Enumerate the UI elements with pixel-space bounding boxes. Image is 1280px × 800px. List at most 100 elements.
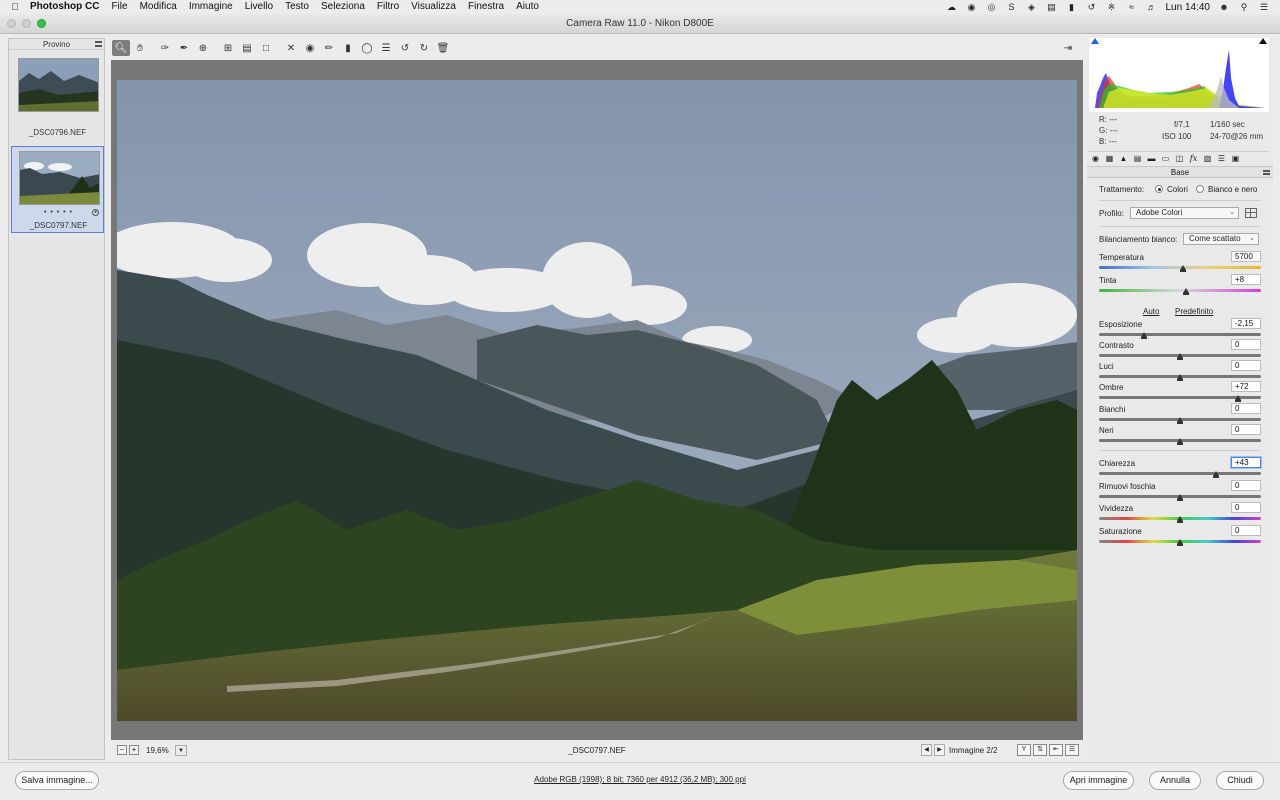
- time-machine-icon[interactable]: ↺: [1086, 2, 1098, 12]
- dehaze-value[interactable]: 0: [1231, 480, 1261, 491]
- news-icon[interactable]: ▤: [1046, 2, 1058, 12]
- shadows-slider-thumb[interactable]: [1235, 395, 1242, 402]
- previous-image-icon[interactable]: ◀: [921, 744, 932, 756]
- graduated-filter-icon[interactable]: ▮: [339, 40, 357, 56]
- temperature-slider-thumb[interactable]: [1180, 265, 1187, 272]
- highlights-value[interactable]: 0: [1231, 360, 1261, 371]
- profile-browser-grid-icon[interactable]: [1245, 208, 1257, 218]
- hand-tool-icon[interactable]: ✋︎: [131, 40, 149, 56]
- spotlight-icon[interactable]: ⚲: [1238, 2, 1250, 12]
- vibrance-slider-thumb[interactable]: [1177, 516, 1183, 523]
- tab-calibration-icon[interactable]: ▧: [1201, 153, 1214, 165]
- creative-cloud-icon[interactable]: ☁: [946, 2, 958, 12]
- menu-edit[interactable]: Modifica: [134, 0, 183, 14]
- whites-value[interactable]: 0: [1231, 403, 1261, 414]
- crop-tool-icon[interactable]: ⊞: [219, 40, 237, 56]
- open-image-button[interactable]: Apri immagine: [1063, 771, 1134, 790]
- targeted-adjustment-tool-icon[interactable]: ⊕: [194, 40, 212, 56]
- menu-file[interactable]: File: [105, 0, 133, 14]
- dashlane-icon[interactable]: ◈: [1026, 2, 1038, 12]
- tab-detail-icon[interactable]: ▲: [1117, 153, 1130, 165]
- menu-type[interactable]: Testo: [279, 0, 315, 14]
- clarity-value[interactable]: +43: [1231, 457, 1261, 468]
- menu-layer[interactable]: Livello: [239, 0, 279, 14]
- tab-tone-curve-icon[interactable]: ▦: [1103, 153, 1116, 165]
- next-image-icon[interactable]: ▶: [934, 744, 945, 756]
- tab-basic-icon[interactable]: ◉: [1089, 153, 1102, 165]
- adjustment-brush-icon[interactable]: ✏︎: [320, 40, 338, 56]
- treatment-color-label[interactable]: Colori: [1167, 185, 1188, 194]
- menu-filter[interactable]: Filtro: [371, 0, 405, 14]
- color-sampler-tool-icon[interactable]: ✒: [175, 40, 193, 56]
- clarity-slider[interactable]: [1099, 472, 1261, 475]
- blacks-slider-thumb[interactable]: [1177, 438, 1183, 445]
- tab-hsl-icon[interactable]: ▤: [1131, 153, 1144, 165]
- fullscreen-toggle-icon[interactable]: ⇥: [1059, 40, 1077, 56]
- exposure-slider-thumb[interactable]: [1141, 332, 1148, 339]
- battery-icon[interactable]: ▮: [1066, 2, 1078, 12]
- menu-image[interactable]: Immagine: [183, 0, 239, 14]
- tab-presets-icon[interactable]: ☰: [1215, 153, 1228, 165]
- tint-value[interactable]: +8: [1231, 274, 1261, 285]
- copy-settings-icon[interactable]: ⇤: [1049, 744, 1063, 756]
- red-eye-tool-icon[interactable]: ◉: [301, 40, 319, 56]
- menu-window[interactable]: Finestra: [462, 0, 510, 14]
- default-link[interactable]: Predefinito: [1175, 307, 1213, 316]
- menu-select[interactable]: Seleziona: [315, 0, 371, 14]
- auto-link[interactable]: Auto: [1143, 307, 1159, 316]
- profile-dropdown[interactable]: Adobe Colori ⌄: [1130, 207, 1239, 219]
- bluetooth-icon[interactable]: ※: [1106, 2, 1118, 12]
- shadows-value[interactable]: +72: [1231, 381, 1261, 392]
- tint-slider[interactable]: [1099, 289, 1261, 292]
- tint-slider-thumb[interactable]: [1183, 288, 1190, 295]
- volume-icon[interactable]: ♬: [1146, 2, 1158, 12]
- straighten-tool-icon[interactable]: ▤: [238, 40, 256, 56]
- menu-app-name[interactable]: Photoshop CC: [30, 0, 105, 14]
- notification-center-icon[interactable]: ☰: [1258, 2, 1270, 12]
- tab-lens-corrections-icon[interactable]: ▭: [1159, 153, 1172, 165]
- preview-canvas[interactable]: [111, 60, 1083, 740]
- tab-transform-icon[interactable]: ◫: [1173, 153, 1186, 165]
- rotate-right-icon[interactable]: ↻: [415, 40, 433, 56]
- filmstrip-item[interactable]: _DSC0796.NEF: [11, 55, 104, 141]
- filmstrip-item-selected[interactable]: • • • • • ◕ _DSC0797.NEF: [11, 146, 104, 233]
- done-button[interactable]: Chiudi: [1216, 771, 1264, 790]
- menu-help[interactable]: Aiuto: [510, 0, 545, 14]
- exposure-slider[interactable]: [1099, 333, 1261, 336]
- treatment-color-radio[interactable]: [1155, 185, 1163, 193]
- skype-icon[interactable]: S: [1006, 2, 1018, 12]
- tab-effects-icon[interactable]: fx: [1187, 153, 1200, 165]
- sync-icon[interactable]: ◎: [986, 2, 998, 12]
- clarity-slider-thumb[interactable]: [1212, 471, 1219, 478]
- preferences-icon[interactable]: ☰: [377, 40, 395, 56]
- treatment-bw-label[interactable]: Bianco e nero: [1208, 185, 1257, 194]
- filmstrip-menu-icon[interactable]: [95, 41, 102, 47]
- highlights-slider-thumb[interactable]: [1177, 374, 1183, 381]
- before-after-view-button[interactable]: Y: [1017, 744, 1031, 756]
- white-balance-tool-icon[interactable]: ✑: [156, 40, 174, 56]
- eye-icon[interactable]: ◉: [966, 2, 978, 12]
- zoom-tool-icon[interactable]: 🔍︎: [112, 40, 130, 56]
- contrast-slider-thumb[interactable]: [1177, 353, 1183, 360]
- user-icon[interactable]: ☻: [1218, 2, 1230, 12]
- saturation-slider-thumb[interactable]: [1177, 539, 1183, 546]
- clock[interactable]: Lun 14:40: [1166, 2, 1211, 13]
- rotate-left-icon[interactable]: ↺: [396, 40, 414, 56]
- tab-snapshots-icon[interactable]: ▣: [1229, 153, 1242, 165]
- temperature-value[interactable]: 5700: [1231, 251, 1261, 262]
- menu-view[interactable]: Visualizza: [405, 0, 462, 14]
- panel-menu-icon[interactable]: [1263, 170, 1270, 175]
- spot-removal-tool-icon[interactable]: ✕: [282, 40, 300, 56]
- tab-split-toning-icon[interactable]: ▬: [1145, 153, 1158, 165]
- apple-icon[interactable]: : [0, 2, 30, 13]
- trash-icon[interactable]: 🗑︎: [434, 40, 452, 56]
- white-balance-dropdown[interactable]: Come scattato ⌄: [1183, 233, 1259, 245]
- radial-filter-icon[interactable]: ◯: [358, 40, 376, 56]
- cancel-button[interactable]: Annulla: [1149, 771, 1201, 790]
- vibrance-value[interactable]: 0: [1231, 502, 1261, 513]
- whites-slider-thumb[interactable]: [1177, 417, 1183, 424]
- wifi-icon[interactable]: ≈: [1126, 2, 1138, 12]
- toggle-settings-icon[interactable]: ☰: [1065, 744, 1079, 756]
- contrast-value[interactable]: 0: [1231, 339, 1261, 350]
- transform-tool-icon[interactable]: □: [257, 40, 275, 56]
